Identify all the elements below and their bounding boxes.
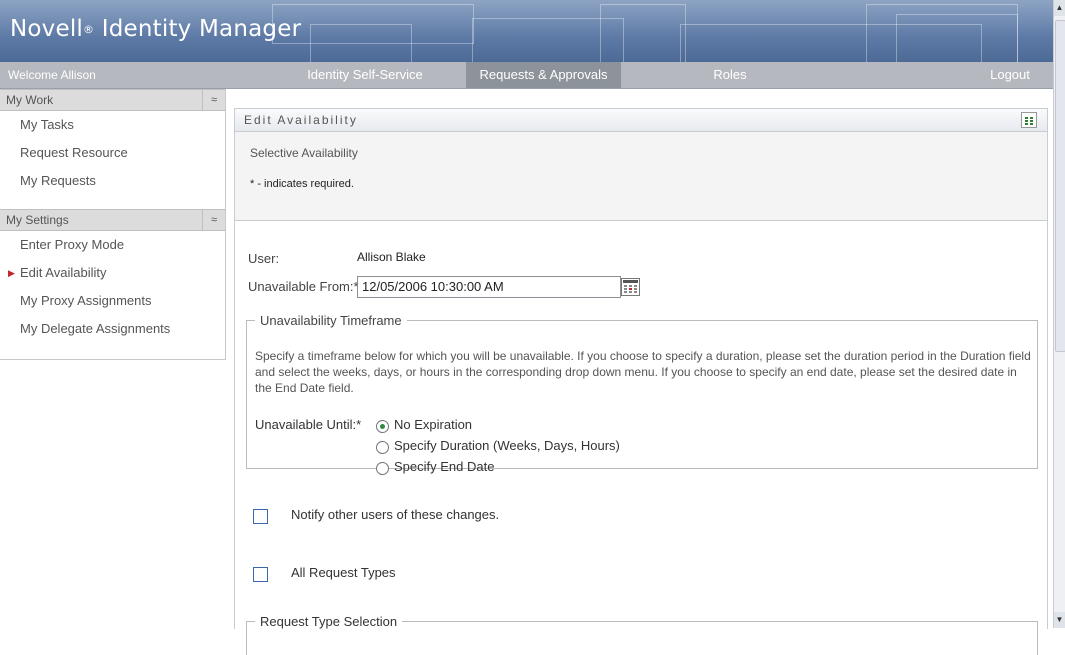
sidebar-item-my-proxy-assignments[interactable]: My Proxy Assignments: [0, 287, 225, 315]
calendar-icon[interactable]: [621, 278, 640, 296]
sidebar-item-edit-availability[interactable]: ▶ Edit Availability: [0, 259, 225, 287]
sidebar-item-my-requests[interactable]: My Requests: [0, 167, 225, 195]
all-request-types-label: All Request Types: [291, 565, 396, 580]
all-request-types-checkbox[interactable]: [253, 567, 268, 582]
welcome-text: Welcome Allison: [8, 68, 96, 82]
unavailability-timeframe-group: Unavailability Timeframe Specify a timef…: [246, 313, 1038, 475]
unavailable-until-label: Unavailable Until:*: [255, 417, 362, 432]
timeframe-description: Specify a timeframe below for which you …: [255, 349, 1031, 395]
sidebar-item-my-delegate-assignments[interactable]: My Delegate Assignments: [0, 315, 225, 343]
radio-specify-end-date[interactable]: [376, 462, 389, 475]
tab-roles[interactable]: Roles: [690, 62, 770, 88]
radio-specify-duration[interactable]: [376, 441, 389, 454]
selected-arrow-icon: ▶: [8, 268, 15, 278]
user-label: User:: [248, 251, 280, 266]
collapse-icon[interactable]: ≈: [202, 90, 225, 110]
window-scrollbar[interactable]: ▲ ▼: [1053, 0, 1065, 628]
radio-label-specify-end-date: Specify End Date: [394, 459, 495, 474]
header-decoration: [896, 14, 1018, 62]
sidebar-item-label: Edit Availability: [20, 265, 107, 280]
radio-no-expiration[interactable]: [376, 420, 389, 433]
app-logo: Novell® Identity Manager: [10, 16, 301, 42]
app-header: Novell® Identity Manager: [0, 0, 1054, 62]
sidebar: My Work ≈ My Tasks Request Resource My R…: [0, 89, 226, 360]
panel-intro: Selective Availability * - indicates req…: [235, 132, 1047, 221]
tab-identity-self-service[interactable]: Identity Self-Service: [290, 62, 440, 88]
panel-subtitle: Selective Availability: [250, 146, 358, 160]
scroll-up-icon[interactable]: ▲: [1054, 0, 1065, 16]
timeframe-legend: Unavailability Timeframe: [260, 313, 402, 328]
sidebar-section-my-work: My Work ≈: [0, 89, 225, 111]
unavailable-from-label: Unavailable From:*: [248, 279, 359, 294]
sidebar-item-enter-proxy-mode[interactable]: Enter Proxy Mode: [0, 231, 225, 259]
section-title: My Settings: [6, 213, 69, 227]
logo-product: Identity Manager: [101, 16, 302, 42]
edit-availability-panel: Edit Availability Selective Availability…: [234, 108, 1048, 655]
request-type-selection-group: Request Type Selection: [246, 614, 1038, 655]
notify-label: Notify other users of these changes.: [291, 507, 500, 522]
logo-mark: ®: [83, 23, 95, 36]
sidebar-item-my-tasks[interactable]: My Tasks: [0, 111, 225, 139]
user-value: Allison Blake: [357, 250, 426, 264]
tab-requests-approvals[interactable]: Requests & Approvals: [466, 62, 621, 88]
required-note: * - indicates required.: [250, 178, 354, 190]
sidebar-item-request-resource[interactable]: Request Resource: [0, 139, 225, 167]
collapse-icon[interactable]: ≈: [202, 210, 225, 230]
section-title: My Work: [6, 93, 54, 107]
header-decoration: [310, 24, 412, 62]
logout-link[interactable]: Logout: [980, 62, 1040, 88]
request-type-legend: Request Type Selection: [260, 614, 398, 629]
scrollbar-thumb[interactable]: [1055, 20, 1065, 352]
header-decoration: [600, 4, 686, 62]
unavailable-from-input[interactable]: 12/05/2006 10:30:00 AM: [357, 276, 621, 298]
grid-icon[interactable]: [1021, 112, 1037, 128]
top-nav: Welcome Allison Identity Self-Service Re…: [0, 62, 1054, 89]
notify-checkbox[interactable]: [253, 509, 268, 524]
sidebar-section-my-settings: My Settings ≈: [0, 209, 225, 231]
scroll-down-icon[interactable]: ▼: [1054, 612, 1065, 628]
radio-label-specify-duration: Specify Duration (Weeks, Days, Hours): [394, 438, 620, 453]
panel-title: Edit Availability: [244, 113, 358, 127]
logo-brand: Novell: [10, 16, 84, 42]
panel-title-bar: Edit Availability: [235, 109, 1047, 132]
radio-label-no-expiration: No Expiration: [394, 417, 473, 432]
